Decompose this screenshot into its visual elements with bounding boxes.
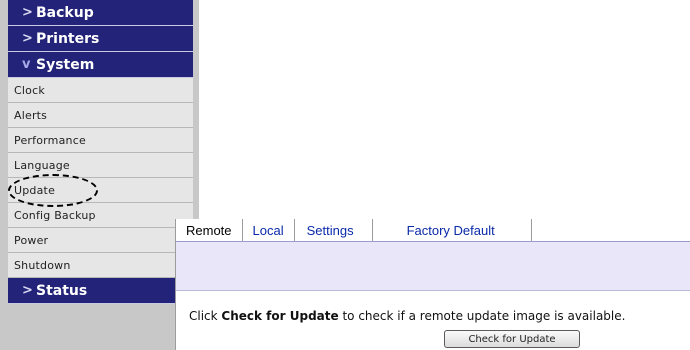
tab-label: Local <box>252 222 284 238</box>
chevron-right-icon: > <box>22 5 33 20</box>
instruction-prefix: Click <box>189 309 222 323</box>
nav-header-label: Backup <box>36 4 94 21</box>
chevron-right-icon: > <box>22 283 33 298</box>
chevron-right-icon: > <box>22 31 33 46</box>
nav-header-backup[interactable]: > Backup <box>8 0 193 26</box>
sidebar-item-label: Language <box>14 158 70 172</box>
sidebar-item-shutdown[interactable]: Shutdown <box>8 253 193 278</box>
sidebar-item-power[interactable]: Power <box>8 228 193 253</box>
sidebar-item-performance[interactable]: Performance <box>8 128 193 153</box>
nav-header-label: Status <box>36 282 88 299</box>
nav-header-status[interactable]: > Status <box>8 278 193 304</box>
sidebar-item-alerts[interactable]: Alerts <box>8 103 193 128</box>
tab-local[interactable]: Local <box>243 219 295 241</box>
sidebar-item-label: Power <box>14 233 49 247</box>
header-band <box>176 242 690 291</box>
instruction-bold: Check for Update <box>221 309 339 323</box>
sidebar-item-update[interactable]: Update <box>8 174 193 207</box>
sidebar-item-config-backup[interactable]: Config Backup <box>8 203 193 228</box>
tab-label: Settings <box>306 222 354 238</box>
tab-bar: Remote Local Settings Factory Default <box>176 219 690 242</box>
sidebar-item-label: Clock <box>14 83 45 97</box>
tab-label: Factory Default <box>406 222 495 238</box>
instruction-suffix: to check if a remote update image is ava… <box>338 309 626 323</box>
sidebar-item-language[interactable]: Language <box>8 153 193 178</box>
nav-header-printers[interactable]: > Printers <box>8 26 193 52</box>
check-for-update-button[interactable]: Check for Update <box>444 330 580 348</box>
tab-label: Remote <box>186 222 232 238</box>
sidebar-item-label: Shutdown <box>14 258 71 272</box>
tab-settings[interactable]: Settings <box>295 219 373 241</box>
update-panel: Remote Local Settings Factory Default Cl… <box>175 219 690 350</box>
tab-remote[interactable]: Remote <box>176 219 243 241</box>
instruction-text: Click Check for Update to check if a rem… <box>176 291 690 323</box>
sidebar-item-label: Config Backup <box>14 208 96 222</box>
nav-header-label: System <box>36 56 95 73</box>
sidebar-item-label: Performance <box>14 133 86 147</box>
nav-header-system[interactable]: v System <box>8 52 193 78</box>
chevron-down-icon: v <box>22 57 31 72</box>
tab-factory-default[interactable]: Factory Default <box>373 219 532 241</box>
sidebar-menu: > Backup > Printers v System Clock Alert… <box>8 0 193 304</box>
sidebar: > Backup > Printers v System Clock Alert… <box>0 0 199 350</box>
nav-header-label: Printers <box>36 30 100 47</box>
tab-bar-filler <box>532 219 690 241</box>
sidebar-item-label: Alerts <box>14 108 48 122</box>
sidebar-item-label: Update <box>14 183 56 197</box>
sidebar-item-clock[interactable]: Clock <box>8 78 193 103</box>
